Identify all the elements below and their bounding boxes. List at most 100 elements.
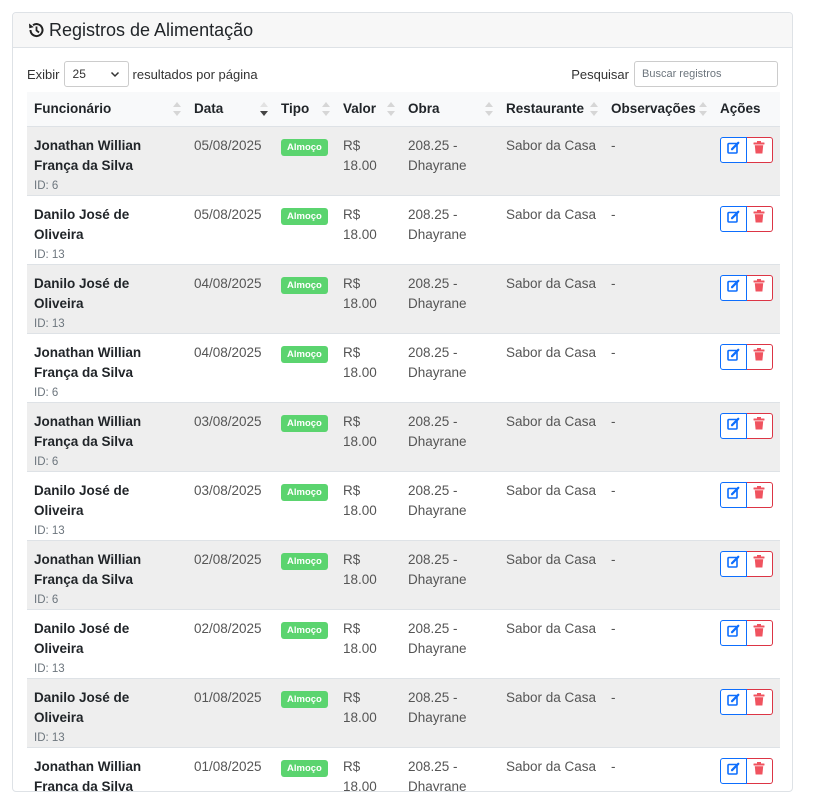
column-header-label: Observações xyxy=(611,101,696,116)
value-cell: R$ 18.00 xyxy=(336,333,401,402)
actions-cell xyxy=(713,609,780,678)
column-header[interactable]: Tipo xyxy=(274,92,336,126)
column-header[interactable]: Obra xyxy=(401,92,499,126)
column-header[interactable]: Valor xyxy=(336,92,401,126)
delete-button[interactable] xyxy=(747,551,773,577)
delete-button[interactable] xyxy=(747,620,773,646)
restaurant-cell: Sabor da Casa xyxy=(499,609,604,678)
edit-button[interactable] xyxy=(720,620,747,646)
type-badge: Almoço xyxy=(281,553,328,570)
column-header[interactable]: Funcionário xyxy=(27,92,187,126)
value-cell: R$ 18.00 xyxy=(336,195,401,264)
delete-button[interactable] xyxy=(747,758,773,784)
delete-button[interactable] xyxy=(747,344,773,370)
observations-cell: - xyxy=(604,609,713,678)
delete-button[interactable] xyxy=(747,275,773,301)
type-cell: Almoço xyxy=(274,333,336,402)
search-label: Pesquisar xyxy=(571,67,629,82)
restaurant-cell: Sabor da Casa xyxy=(499,402,604,471)
edit-button[interactable] xyxy=(720,206,747,232)
delete-button[interactable] xyxy=(747,413,773,439)
sort-icon xyxy=(173,102,181,116)
edit-button[interactable] xyxy=(720,413,747,439)
employee-cell: Jonathan Willian França da SilvaID: 6 xyxy=(27,747,187,792)
edit-button[interactable] xyxy=(720,275,747,301)
column-header[interactable]: Observações xyxy=(604,92,713,126)
column-header-label: Obra xyxy=(408,101,440,116)
sort-desc-icon xyxy=(260,102,268,116)
column-header[interactable]: Restaurante xyxy=(499,92,604,126)
employee-id: ID: 13 xyxy=(34,316,180,333)
delete-button[interactable] xyxy=(747,206,773,232)
table-row: Jonathan Willian França da SilvaID: 603/… xyxy=(27,402,780,471)
edit-button[interactable] xyxy=(720,758,747,784)
restaurant-cell: Sabor da Casa xyxy=(499,747,604,792)
value-cell: R$ 18.00 xyxy=(336,747,401,792)
records-card: Registros de Alimentação Exibir 25 resul… xyxy=(12,12,793,792)
edit-button[interactable] xyxy=(720,344,747,370)
trash-icon xyxy=(753,209,765,229)
edit-button[interactable] xyxy=(720,137,747,163)
table-row: Danilo José de OliveiraID: 1301/08/2025A… xyxy=(27,678,780,747)
edit-button[interactable] xyxy=(720,689,747,715)
type-cell: Almoço xyxy=(274,471,336,540)
type-cell: Almoço xyxy=(274,126,336,195)
delete-button[interactable] xyxy=(747,689,773,715)
trash-icon xyxy=(753,554,765,574)
type-badge: Almoço xyxy=(281,346,328,363)
observations-cell: - xyxy=(604,678,713,747)
sort-icon xyxy=(387,102,395,116)
employee-cell: Danilo José de OliveiraID: 13 xyxy=(27,195,187,264)
observations-cell: - xyxy=(604,195,713,264)
edit-button[interactable] xyxy=(720,551,747,577)
delete-button[interactable] xyxy=(747,482,773,508)
employee-cell: Jonathan Willian França da SilvaID: 6 xyxy=(27,402,187,471)
obra-cell: 208.25 - Dhayrane xyxy=(401,609,499,678)
actions-cell xyxy=(713,333,780,402)
column-header[interactable]: Ações xyxy=(713,92,780,126)
column-header-label: Data xyxy=(194,101,223,116)
obra-cell: 208.25 - Dhayrane xyxy=(401,471,499,540)
table-row: Danilo José de OliveiraID: 1303/08/2025A… xyxy=(27,471,780,540)
type-badge: Almoço xyxy=(281,691,328,708)
value-cell: R$ 18.00 xyxy=(336,126,401,195)
sort-icon xyxy=(485,102,493,116)
observations-cell: - xyxy=(604,747,713,792)
employee-cell: Jonathan Willian França da SilvaID: 6 xyxy=(27,333,187,402)
restaurant-cell: Sabor da Casa xyxy=(499,264,604,333)
employee-name: Danilo José de Oliveira xyxy=(34,619,180,659)
search-input[interactable] xyxy=(634,61,778,87)
obra-cell: 208.25 - Dhayrane xyxy=(401,264,499,333)
type-badge: Almoço xyxy=(281,277,328,294)
edit-icon xyxy=(727,209,740,229)
column-header[interactable]: Data xyxy=(187,92,274,126)
restaurant-cell: Sabor da Casa xyxy=(499,678,604,747)
employee-cell: Jonathan Willian França da SilvaID: 6 xyxy=(27,540,187,609)
employee-name: Jonathan Willian França da Silva xyxy=(34,343,180,383)
history-icon xyxy=(27,21,45,39)
employee-name: Danilo José de Oliveira xyxy=(34,205,180,245)
employee-name: Danilo José de Oliveira xyxy=(34,481,180,521)
actions-cell xyxy=(713,678,780,747)
employee-cell: Danilo José de OliveiraID: 13 xyxy=(27,471,187,540)
employee-name: Danilo José de Oliveira xyxy=(34,688,180,728)
obra-cell: 208.25 - Dhayrane xyxy=(401,678,499,747)
employee-name: Jonathan Willian França da Silva xyxy=(34,412,180,452)
page-size-select[interactable]: 25 xyxy=(64,61,129,87)
value-cell: R$ 18.00 xyxy=(336,678,401,747)
trash-icon xyxy=(753,140,765,160)
sort-icon xyxy=(322,102,330,116)
type-badge: Almoço xyxy=(281,415,328,432)
trash-icon xyxy=(753,278,765,298)
edit-button[interactable] xyxy=(720,482,747,508)
delete-button[interactable] xyxy=(747,137,773,163)
edit-icon xyxy=(727,761,740,781)
type-badge: Almoço xyxy=(281,622,328,639)
actions-cell xyxy=(713,195,780,264)
trash-icon xyxy=(753,761,765,781)
table-row: Danilo José de OliveiraID: 1305/08/2025A… xyxy=(27,195,780,264)
observations-cell: - xyxy=(604,333,713,402)
type-badge: Almoço xyxy=(281,208,328,225)
restaurant-cell: Sabor da Casa xyxy=(499,540,604,609)
edit-icon xyxy=(727,623,740,643)
